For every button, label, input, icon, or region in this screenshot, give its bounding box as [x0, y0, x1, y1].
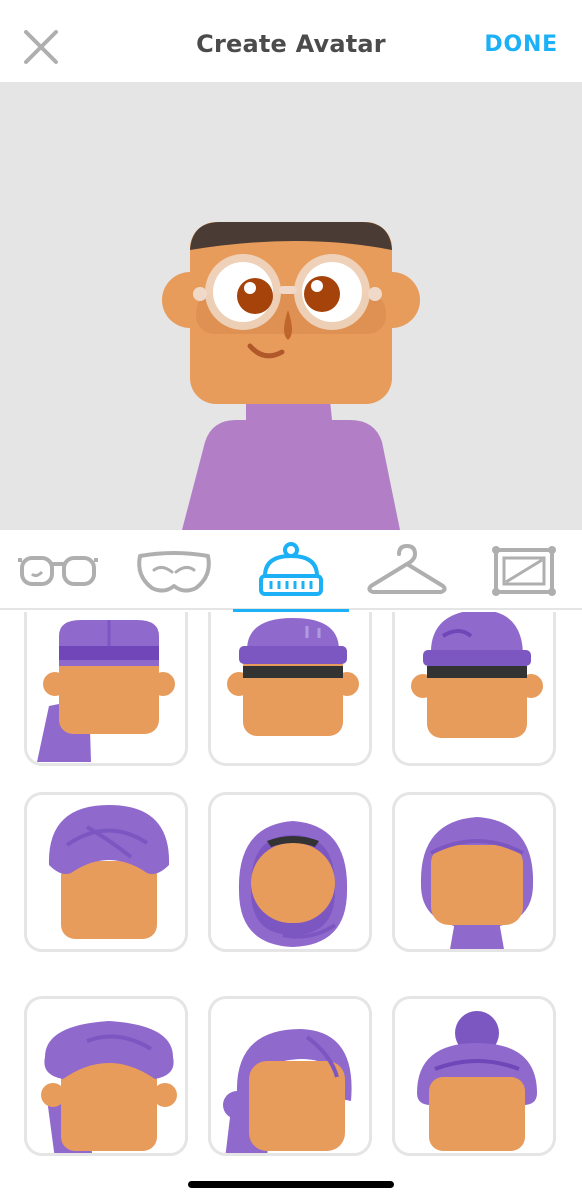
hanger-icon	[367, 543, 447, 594]
headwear-option-headwrap-side[interactable]	[208, 996, 372, 1156]
headwear-option-turban-tail[interactable]	[24, 996, 188, 1156]
home-indicator	[188, 1181, 394, 1188]
beanie-icon	[259, 542, 323, 596]
done-button[interactable]: DONE	[484, 32, 558, 57]
headwear-option-bun-wrap[interactable]	[392, 996, 556, 1156]
avatar-preview	[0, 82, 582, 530]
mustache-icon	[137, 551, 211, 593]
headwear-option-beanie-cuffed[interactable]	[208, 612, 372, 766]
tab-clothing[interactable]	[349, 530, 465, 610]
headwear-option-turban-round[interactable]	[24, 792, 188, 952]
headwear-option-beanie-tall[interactable]	[392, 612, 556, 766]
tab-facial-hair[interactable]	[116, 530, 232, 610]
headwear-option-hijab-open[interactable]	[208, 792, 372, 952]
tab-headwear[interactable]	[233, 530, 349, 612]
tab-background[interactable]	[466, 530, 582, 610]
glasses-icon	[18, 556, 98, 586]
header: Create Avatar DONE	[0, 0, 582, 82]
avatar-figure	[162, 222, 420, 530]
category-tabs	[0, 530, 582, 612]
frame-icon	[492, 546, 556, 596]
headwear-options-grid	[0, 612, 582, 1200]
headwear-option-hijab-long[interactable]	[392, 792, 556, 952]
headwear-option-headwrap-tail[interactable]	[24, 612, 188, 766]
tab-glasses[interactable]	[0, 530, 116, 610]
